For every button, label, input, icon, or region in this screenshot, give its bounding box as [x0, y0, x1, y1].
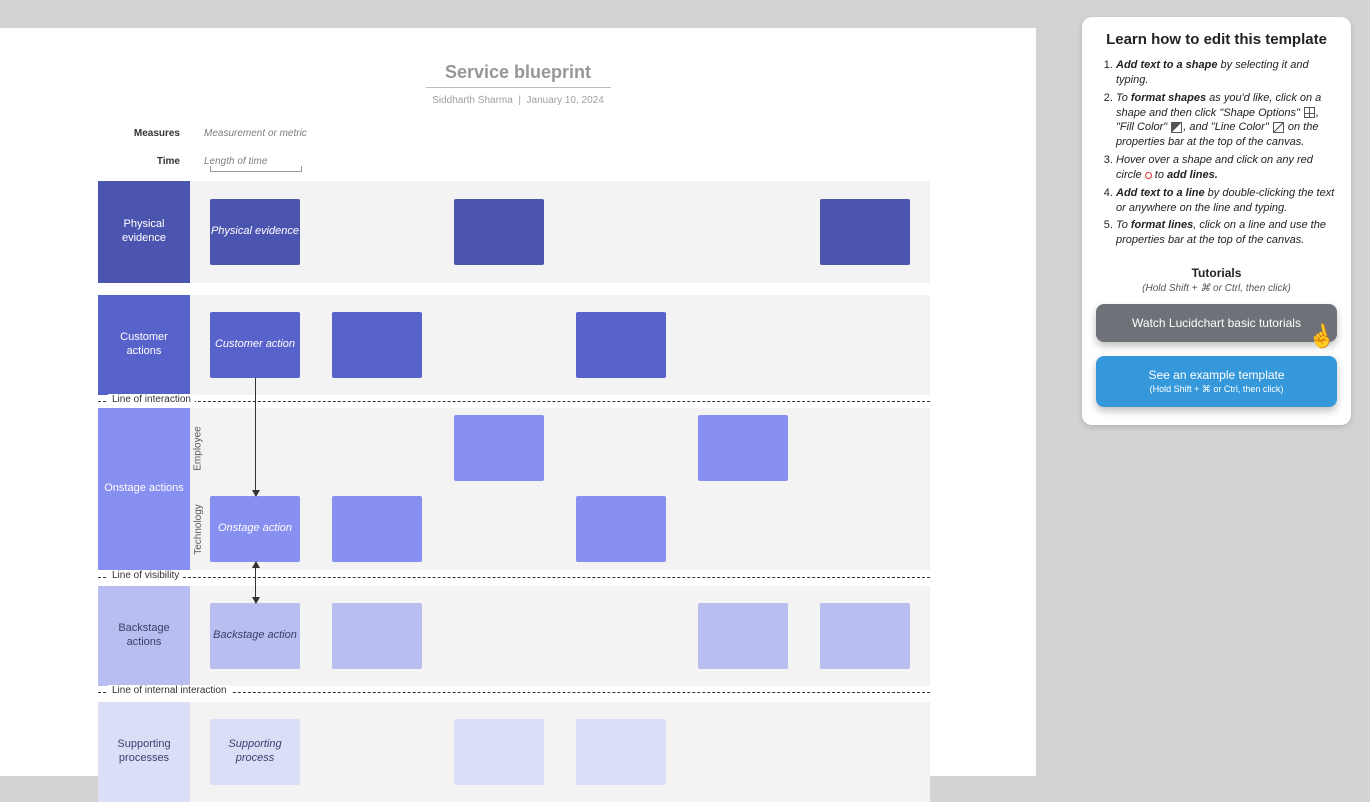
measures-placeholder[interactable]: Measurement or metric	[188, 128, 307, 139]
separator-internal: Line of internal interaction	[98, 692, 930, 693]
lane-track-onstage-tech: Onstage action	[206, 489, 930, 570]
see-example-button[interactable]: See an example template (Hold Shift + ⌘ …	[1096, 356, 1337, 407]
separator-interaction-label: Line of interaction	[108, 394, 195, 405]
title-underline	[426, 87, 611, 88]
box-support-3[interactable]	[576, 719, 666, 785]
lane-head-support[interactable]: Supporting processes	[98, 702, 190, 802]
tutorials-heading: Tutorials	[1096, 266, 1337, 280]
page-title: Service blueprint	[0, 28, 1036, 83]
sub-head-employee-label: Employee	[193, 426, 204, 470]
box-customer-1[interactable]: Customer action	[210, 312, 300, 378]
panel-step-2: To format shapes as you'd like, click on…	[1116, 91, 1337, 150]
sub-head-employee: Employee	[190, 408, 206, 489]
lane-track-backstage: Backstage action	[190, 586, 930, 686]
time-bracket	[210, 166, 302, 172]
box-physical-2[interactable]	[454, 199, 544, 265]
watch-tutorials-label: Watch Lucidchart basic tutorials	[1132, 316, 1301, 330]
lane-head-physical[interactable]: Physical evidence	[98, 181, 190, 283]
box-onstage-emp-2[interactable]	[698, 415, 788, 481]
lane-support: Supporting processes Supporting process	[98, 702, 930, 802]
fill-color-icon	[1171, 122, 1182, 133]
separator-internal-label: Line of internal interaction	[108, 685, 231, 696]
date-text: January 10, 2024	[527, 95, 604, 106]
lane-physical: Physical evidence Physical evidence	[98, 181, 930, 283]
panel-step-1: Add text to a shape by selecting it and …	[1116, 58, 1337, 88]
panel-step-3: Hover over a shape and click on any red …	[1116, 153, 1337, 183]
panel-step-4: Add text to a line by double-clicking th…	[1116, 186, 1337, 216]
arrowhead-up-icon	[252, 561, 260, 568]
sub-head-technology: Technology	[190, 489, 206, 570]
separator-visibility-label: Line of visibility	[108, 570, 183, 581]
line-color-icon	[1273, 122, 1284, 133]
cursor-icon: ☝️	[1305, 321, 1338, 353]
page-subtitle: Siddharth Sharma | January 10, 2024	[0, 95, 1036, 106]
step1-bold: Add text to a shape	[1116, 59, 1217, 71]
panel-title: Learn how to edit this template	[1096, 31, 1337, 48]
measures-label: Measures	[0, 128, 188, 139]
box-physical-3[interactable]	[820, 199, 910, 265]
box-support-1[interactable]: Supporting process	[210, 719, 300, 785]
box-backstage-2[interactable]	[332, 603, 422, 669]
box-onstage-tech-3[interactable]	[576, 496, 666, 562]
box-backstage-4[interactable]	[820, 603, 910, 669]
tutorials-subheading: (Hold Shift + ⌘ or Ctrl, then click)	[1096, 283, 1337, 294]
time-label: Time	[0, 156, 188, 167]
lane-track-customer: Customer action	[190, 295, 930, 395]
lane-track-physical: Physical evidence	[190, 181, 930, 283]
arrowhead-down-icon	[252, 597, 260, 604]
box-onstage-tech-1[interactable]: Onstage action	[210, 496, 300, 562]
panel-step-5: To format lines, click on a line and use…	[1116, 218, 1337, 248]
arrowhead-down-icon	[252, 490, 260, 497]
box-support-2[interactable]	[454, 719, 544, 785]
box-physical-1[interactable]: Physical evidence	[210, 199, 300, 265]
lane-head-onstage[interactable]: Onstage actions	[98, 408, 190, 570]
lane-backstage: Backstage actions Backstage action	[98, 586, 930, 686]
lane-head-backstage[interactable]: Backstage actions	[98, 586, 190, 686]
lane-head-customer[interactable]: Customer actions	[98, 295, 190, 395]
panel-steps: Add text to a shape by selecting it and …	[1096, 58, 1337, 248]
lane-track-onstage-emp	[206, 408, 930, 489]
measures-row: Measures Measurement or metric	[0, 128, 307, 139]
watch-tutorials-button[interactable]: Watch Lucidchart basic tutorials ☝️	[1096, 304, 1337, 342]
see-example-label: See an example template	[1148, 368, 1284, 382]
author-text: Siddharth Sharma	[432, 95, 513, 106]
box-onstage-emp-1[interactable]	[454, 415, 544, 481]
see-example-sublabel: (Hold Shift + ⌘ or Ctrl, then click)	[1104, 384, 1329, 395]
arrow-onstage-backstage[interactable]	[255, 562, 256, 603]
shape-options-icon	[1304, 107, 1315, 118]
arrow-customer-to-onstage[interactable]	[255, 378, 256, 496]
diagram-canvas[interactable]: Service blueprint Siddharth Sharma | Jan…	[0, 28, 1036, 776]
separator-interaction: Line of interaction	[98, 401, 930, 402]
lane-track-support: Supporting process	[190, 702, 930, 802]
lane-onstage: Onstage actions Employee Technology Onst…	[98, 408, 930, 570]
box-onstage-tech-2[interactable]	[332, 496, 422, 562]
sub-head-technology-label: Technology	[193, 504, 204, 555]
box-backstage-3[interactable]	[698, 603, 788, 669]
help-panel: Learn how to edit this template Add text…	[1082, 17, 1351, 425]
red-dot-icon	[1145, 172, 1152, 179]
box-backstage-1[interactable]: Backstage action	[210, 603, 300, 669]
separator-visibility: Line of visibility	[98, 577, 930, 578]
box-customer-3[interactable]	[576, 312, 666, 378]
lane-customer: Customer actions Customer action	[98, 295, 930, 395]
box-customer-2[interactable]	[332, 312, 422, 378]
